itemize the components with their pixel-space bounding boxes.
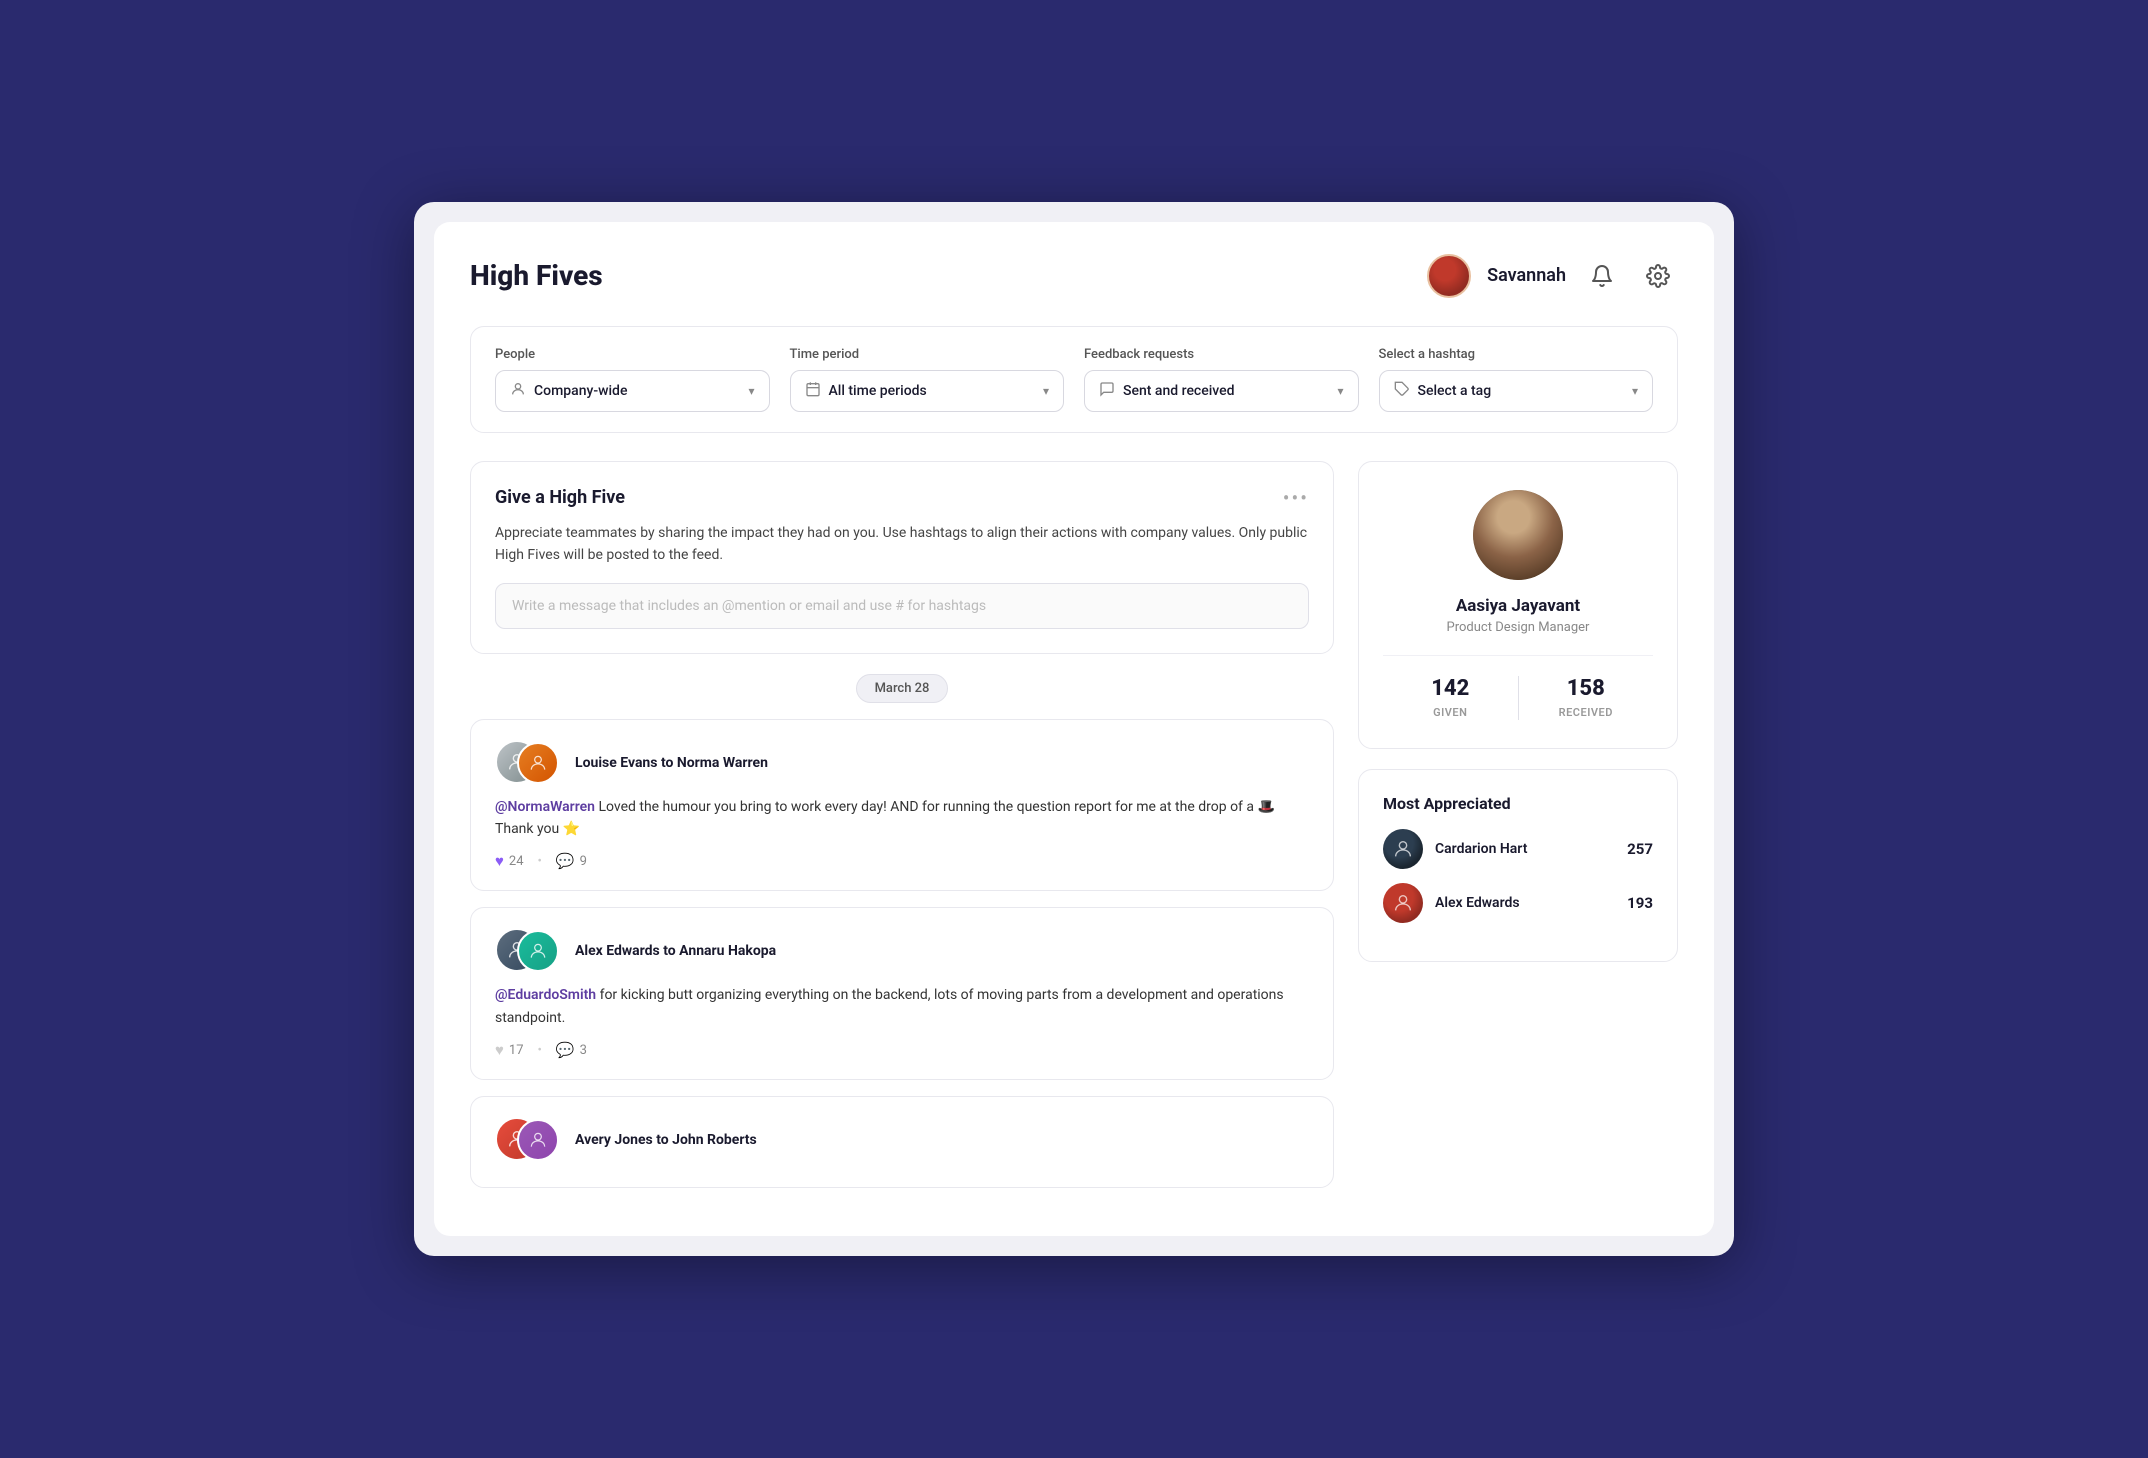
- profile-stats: 142 GIVEN 158 RECEIVED: [1383, 655, 1653, 720]
- comment-button[interactable]: 💬 3: [556, 1041, 587, 1059]
- profile-avatar: [1473, 490, 1563, 580]
- profile-name: Aasiya Jayavant: [1383, 596, 1653, 616]
- time-select[interactable]: All time periods ▾: [790, 370, 1065, 412]
- user-avatar[interactable]: [1427, 254, 1471, 298]
- profile-avatar-image: [1473, 490, 1563, 580]
- comment-count: 3: [580, 1043, 587, 1058]
- feed-item-names: Louise Evans to Norma Warren: [575, 755, 768, 771]
- received-count: 158: [1519, 676, 1654, 701]
- heart-icon: ♥: [495, 852, 504, 870]
- settings-icon[interactable]: [1638, 256, 1678, 296]
- give-highfive-card: Give a High Five ••• Appreciate teammate…: [470, 461, 1334, 654]
- feed-item-text: @NormaWarren Loved the humour you bring …: [495, 796, 1309, 841]
- username-label: Savannah: [1487, 265, 1566, 286]
- separator: •: [538, 854, 542, 869]
- list-item: Alex Edwards 193: [1383, 883, 1653, 923]
- date-divider: March 28: [470, 674, 1334, 703]
- avatar-stack: [495, 928, 563, 974]
- more-options-button[interactable]: •••: [1283, 486, 1309, 510]
- person-count: 257: [1627, 840, 1653, 858]
- avatar-stack: [495, 740, 563, 786]
- chevron-down-icon: ▾: [1337, 384, 1343, 398]
- mention[interactable]: @EduardoSmith: [495, 987, 596, 1003]
- person-icon: [510, 381, 526, 401]
- feedback-label: Feedback requests: [1084, 347, 1359, 362]
- page-title: High Fives: [470, 259, 603, 292]
- like-count: 17: [509, 1043, 524, 1058]
- feedback-select[interactable]: Sent and received ▾: [1084, 370, 1359, 412]
- comment-button[interactable]: 💬 9: [556, 852, 587, 870]
- like-button[interactable]: ♥ 24: [495, 852, 524, 870]
- time-label: Time period: [790, 347, 1065, 362]
- time-filter: Time period All time periods ▾: [790, 347, 1065, 412]
- people-select[interactable]: Company-wide ▾: [495, 370, 770, 412]
- notification-icon[interactable]: [1582, 256, 1622, 296]
- like-count: 24: [509, 854, 524, 869]
- avatar-stack: [495, 1117, 563, 1163]
- chevron-down-icon: ▾: [748, 384, 754, 398]
- most-appreciated-title: Most Appreciated: [1383, 794, 1653, 813]
- list-item: Cardarion Hart 257: [1383, 829, 1653, 869]
- feed-item-text: @EduardoSmith for kicking butt organizin…: [495, 984, 1309, 1029]
- person-name: Cardarion Hart: [1435, 841, 1615, 857]
- feed-message: for kicking butt organizing everything o…: [495, 987, 1284, 1025]
- profile-card: Aasiya Jayavant Product Design Manager 1…: [1358, 461, 1678, 749]
- given-count: 142: [1383, 676, 1518, 701]
- feed-item: Alex Edwards to Annaru Hakopa @EduardoSm…: [470, 907, 1334, 1080]
- hashtag-select[interactable]: Select a tag ▾: [1379, 370, 1654, 412]
- feed-item: Avery Jones to John Roberts: [470, 1096, 1334, 1188]
- person-name: Alex Edwards: [1435, 895, 1615, 911]
- date-label: March 28: [856, 674, 949, 703]
- feed-item-names: Alex Edwards to Annaru Hakopa: [575, 943, 776, 959]
- profile-role: Product Design Manager: [1383, 620, 1653, 635]
- people-value: Company-wide: [534, 383, 627, 399]
- left-panel: Give a High Five ••• Appreciate teammate…: [470, 461, 1334, 1204]
- avatar: [1383, 829, 1423, 869]
- feedback-filter: Feedback requests Sent and received ▾: [1084, 347, 1359, 412]
- comment-icon: 💬: [556, 1041, 575, 1059]
- separator: •: [538, 1043, 542, 1058]
- received-label: RECEIVED: [1559, 706, 1613, 719]
- avatar: [517, 742, 559, 784]
- stat-received: 158 RECEIVED: [1518, 676, 1654, 720]
- give-highfive-title: Give a High Five: [495, 487, 625, 508]
- mention[interactable]: @NormaWarren: [495, 799, 595, 815]
- given-label: GIVEN: [1433, 706, 1467, 719]
- comment-icon: 💬: [556, 852, 575, 870]
- feed-actions: ♥ 24 • 💬 9: [495, 852, 1309, 870]
- person-count: 193: [1627, 894, 1653, 912]
- feed-item-names: Avery Jones to John Roberts: [575, 1132, 757, 1148]
- heart-icon: ♥: [495, 1041, 504, 1059]
- input-placeholder: Write a message that includes an @mentio…: [512, 598, 986, 614]
- time-value: All time periods: [829, 383, 927, 399]
- header-right: Savannah: [1427, 254, 1678, 298]
- hashtag-filter: Select a hashtag Select a tag ▾: [1379, 347, 1654, 412]
- calendar-icon: [805, 381, 821, 401]
- feed-actions: ♥ 17 • 💬 3: [495, 1041, 1309, 1059]
- avatar: [517, 1119, 559, 1161]
- people-filter: People Company-wide ▾: [495, 347, 770, 412]
- avatar: [1383, 883, 1423, 923]
- comment-count: 9: [580, 854, 587, 869]
- feed-item: Louise Evans to Norma Warren @NormaWarre…: [470, 719, 1334, 892]
- header: High Fives Savannah: [470, 254, 1678, 298]
- filters-bar: People Company-wide ▾ Time period: [470, 326, 1678, 433]
- hashtag-label: Select a hashtag: [1379, 347, 1654, 362]
- main-content: Give a High Five ••• Appreciate teammate…: [470, 461, 1678, 1204]
- stat-given: 142 GIVEN: [1383, 676, 1518, 720]
- chevron-down-icon: ▾: [1043, 384, 1049, 398]
- feed-message: Loved the humour you bring to work every…: [495, 799, 1275, 837]
- right-panel: Aasiya Jayavant Product Design Manager 1…: [1358, 461, 1678, 1204]
- chevron-down-icon: ▾: [1632, 384, 1638, 398]
- give-highfive-description: Appreciate teammates by sharing the impa…: [495, 522, 1309, 567]
- most-appreciated-card: Most Appreciated Cardarion Hart 257 Alex…: [1358, 769, 1678, 962]
- feedback-value: Sent and received: [1123, 383, 1235, 399]
- message-input[interactable]: Write a message that includes an @mentio…: [495, 583, 1309, 629]
- hashtag-value: Select a tag: [1418, 383, 1492, 399]
- people-label: People: [495, 347, 770, 362]
- tag-icon: [1394, 381, 1410, 401]
- avatar: [517, 930, 559, 972]
- like-button[interactable]: ♥ 17: [495, 1041, 524, 1059]
- message-icon: [1099, 381, 1115, 401]
